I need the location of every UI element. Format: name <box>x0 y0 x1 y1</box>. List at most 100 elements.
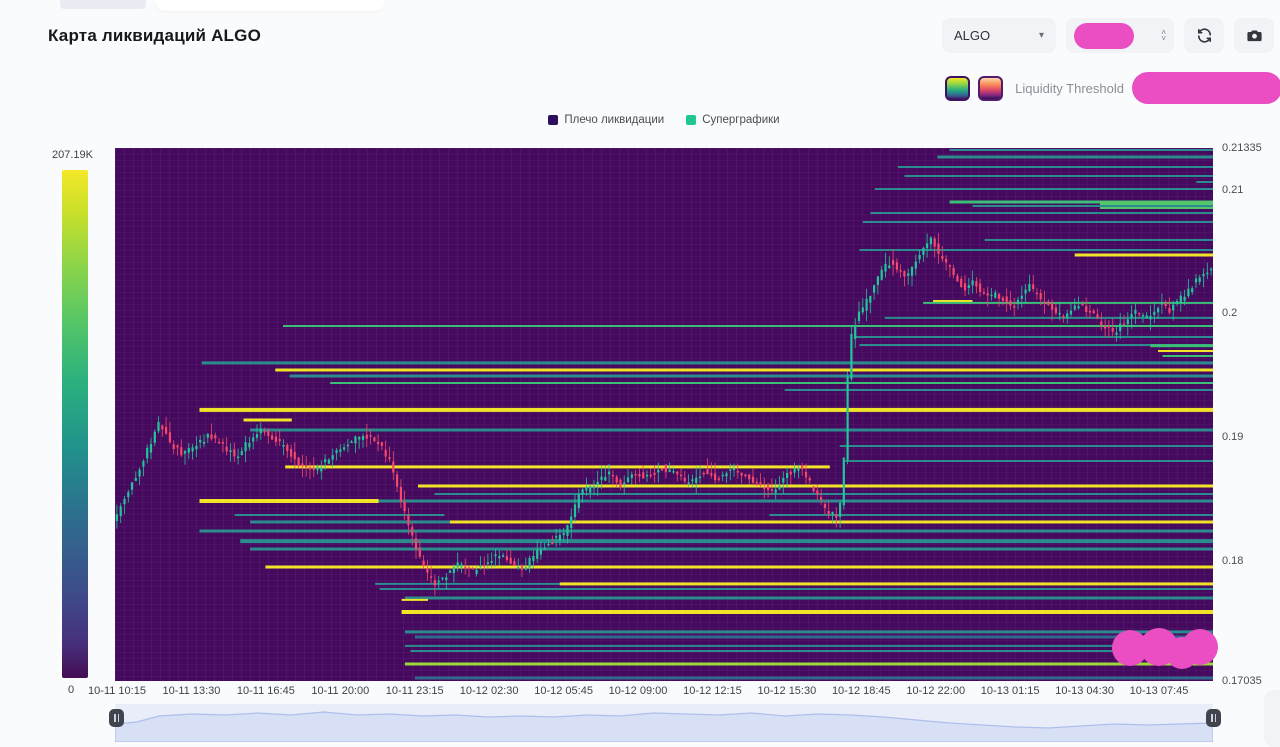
liquidation-band <box>250 429 1213 432</box>
liquidation-band <box>863 221 1213 223</box>
liquidation-bands <box>200 149 1214 680</box>
chart-legend: Плечо ликвидации Суперграфики <box>115 114 1213 126</box>
liquidation-band <box>859 249 1213 251</box>
liquidation-band <box>415 636 1213 639</box>
liquidation-band <box>379 500 1214 503</box>
liquidation-band <box>875 188 1213 190</box>
threshold-row: Liquidity Threshold <box>945 72 1274 104</box>
liquidation-band <box>330 382 1213 384</box>
chevron-down-icon: ▾ <box>1039 30 1044 41</box>
time-tick-label: 10-12 15:30 <box>758 685 817 697</box>
liquidation-band <box>200 408 1214 412</box>
liquidation-band <box>1150 344 1213 347</box>
time-tick-label: 10-11 20:00 <box>311 685 369 697</box>
top-tab <box>155 0 385 11</box>
liquidation-band <box>785 389 1213 391</box>
time-tick-label: 10-12 22:00 <box>906 685 965 697</box>
liquidation-band <box>1197 181 1214 183</box>
navigator-area <box>115 712 1213 742</box>
time-tick-label: 10-12 02:30 <box>460 685 519 697</box>
liquidation-band <box>418 485 1213 488</box>
liquidation-band <box>235 514 445 516</box>
liquidation-band <box>405 597 1213 600</box>
liquidation-band <box>244 419 292 422</box>
liquidation-band <box>937 156 1213 159</box>
colorbar-min-label: 0 <box>68 684 74 696</box>
liquidation-band <box>200 499 379 503</box>
liquidation-band <box>840 445 1213 447</box>
liquidation-band <box>285 465 830 468</box>
navigator-left-handle[interactable] <box>109 709 124 727</box>
heatmap-canvas <box>115 148 1213 681</box>
liquidation-band <box>905 175 1214 177</box>
liquidation-band <box>283 325 1213 327</box>
liquidation-band <box>240 539 1213 543</box>
liquidation-band <box>290 375 1213 378</box>
liquidation-band <box>405 663 1213 666</box>
colormap-viridis-swatch[interactable] <box>945 76 970 101</box>
navigator-right-handle[interactable] <box>1206 709 1221 727</box>
liquidation-band <box>855 336 1213 338</box>
liquidation-band <box>985 239 1213 241</box>
liquidation-band <box>450 521 1213 524</box>
price-tick-label: 0.21 <box>1222 184 1243 196</box>
liquidation-band <box>435 493 1214 495</box>
colorbar <box>62 170 88 678</box>
price-tick-label: 0.2 <box>1222 307 1237 319</box>
refresh-button[interactable] <box>1184 18 1224 53</box>
time-tick-label: 10-12 09:00 <box>609 685 668 697</box>
bottom-right-card <box>1264 690 1280 747</box>
liquidation-band <box>200 530 1214 533</box>
refresh-icon <box>1196 27 1213 44</box>
range-navigator[interactable] <box>115 704 1213 742</box>
threshold-value-mask <box>1132 72 1280 104</box>
screenshot-button[interactable] <box>1234 18 1274 53</box>
liquidation-band <box>405 630 1213 633</box>
colormap-magma-swatch[interactable] <box>978 76 1003 101</box>
liquidation-band <box>202 361 1213 364</box>
stepper-value-mask <box>1074 23 1134 49</box>
time-tick-label: 10-11 13:30 <box>162 685 220 697</box>
legend-swatch-supercharts <box>686 115 696 125</box>
liquidation-band <box>405 645 1213 647</box>
liquidation-band <box>885 317 1213 319</box>
chart-annotation-mask-4 <box>1182 629 1218 665</box>
time-tick-label: 10-11 16:45 <box>237 685 295 697</box>
leverage-stepper[interactable]: ˄˅ <box>1066 18 1174 53</box>
liquidation-band <box>1158 350 1213 352</box>
time-tick-label: 10-13 01:15 <box>981 685 1040 697</box>
price-tick-label: 0.19 <box>1222 431 1243 443</box>
liquidation-band <box>402 610 1213 614</box>
liquidation-band <box>265 566 1213 569</box>
legend-item-leverage[interactable]: Плечо ликвидации <box>548 114 664 126</box>
liquidation-band <box>950 149 1214 151</box>
liquidation-map-page: { "page": { "title": "Карта ликвидаций A… <box>0 0 1280 747</box>
symbol-select-value: ALGO <box>954 28 990 43</box>
legend-item-supercharts[interactable]: Суперграфики <box>686 114 779 126</box>
time-tick-label: 10-13 07:45 <box>1130 685 1189 697</box>
liquidation-band <box>560 582 1213 585</box>
liquidation-band <box>250 548 1213 551</box>
time-tick-label: 10-12 18:45 <box>832 685 891 697</box>
symbol-select[interactable]: ALGO ▾ <box>942 18 1056 53</box>
liquidation-band <box>933 300 973 302</box>
legend-swatch-leverage <box>548 115 558 125</box>
time-tick-label: 10-11 10:15 <box>88 685 146 697</box>
top-tab-ghost <box>60 0 146 9</box>
liquidation-band <box>973 205 1214 207</box>
stepper-arrows[interactable]: ˄˅ <box>1161 30 1166 42</box>
price-tick-label: 0.17035 <box>1222 675 1262 687</box>
liquidation-heatmap-plot[interactable] <box>115 148 1213 681</box>
colorbar-max-label: 207.19K <box>52 149 93 161</box>
liquidation-band <box>402 599 428 601</box>
step-down-icon: ˅ <box>1161 36 1166 42</box>
liquidation-band <box>375 583 560 585</box>
time-tick-label: 10-12 05:45 <box>534 685 593 697</box>
liquidation-band <box>870 212 1213 214</box>
liquidation-band <box>845 460 1213 462</box>
price-tick-label: 0.18 <box>1222 555 1243 567</box>
liquidation-band <box>250 521 450 524</box>
liquidation-band <box>1075 254 1213 257</box>
page-title: Карта ликвидаций ALGO <box>48 26 261 46</box>
toolbar: ALGO ▾ ˄˅ <box>942 18 1274 53</box>
